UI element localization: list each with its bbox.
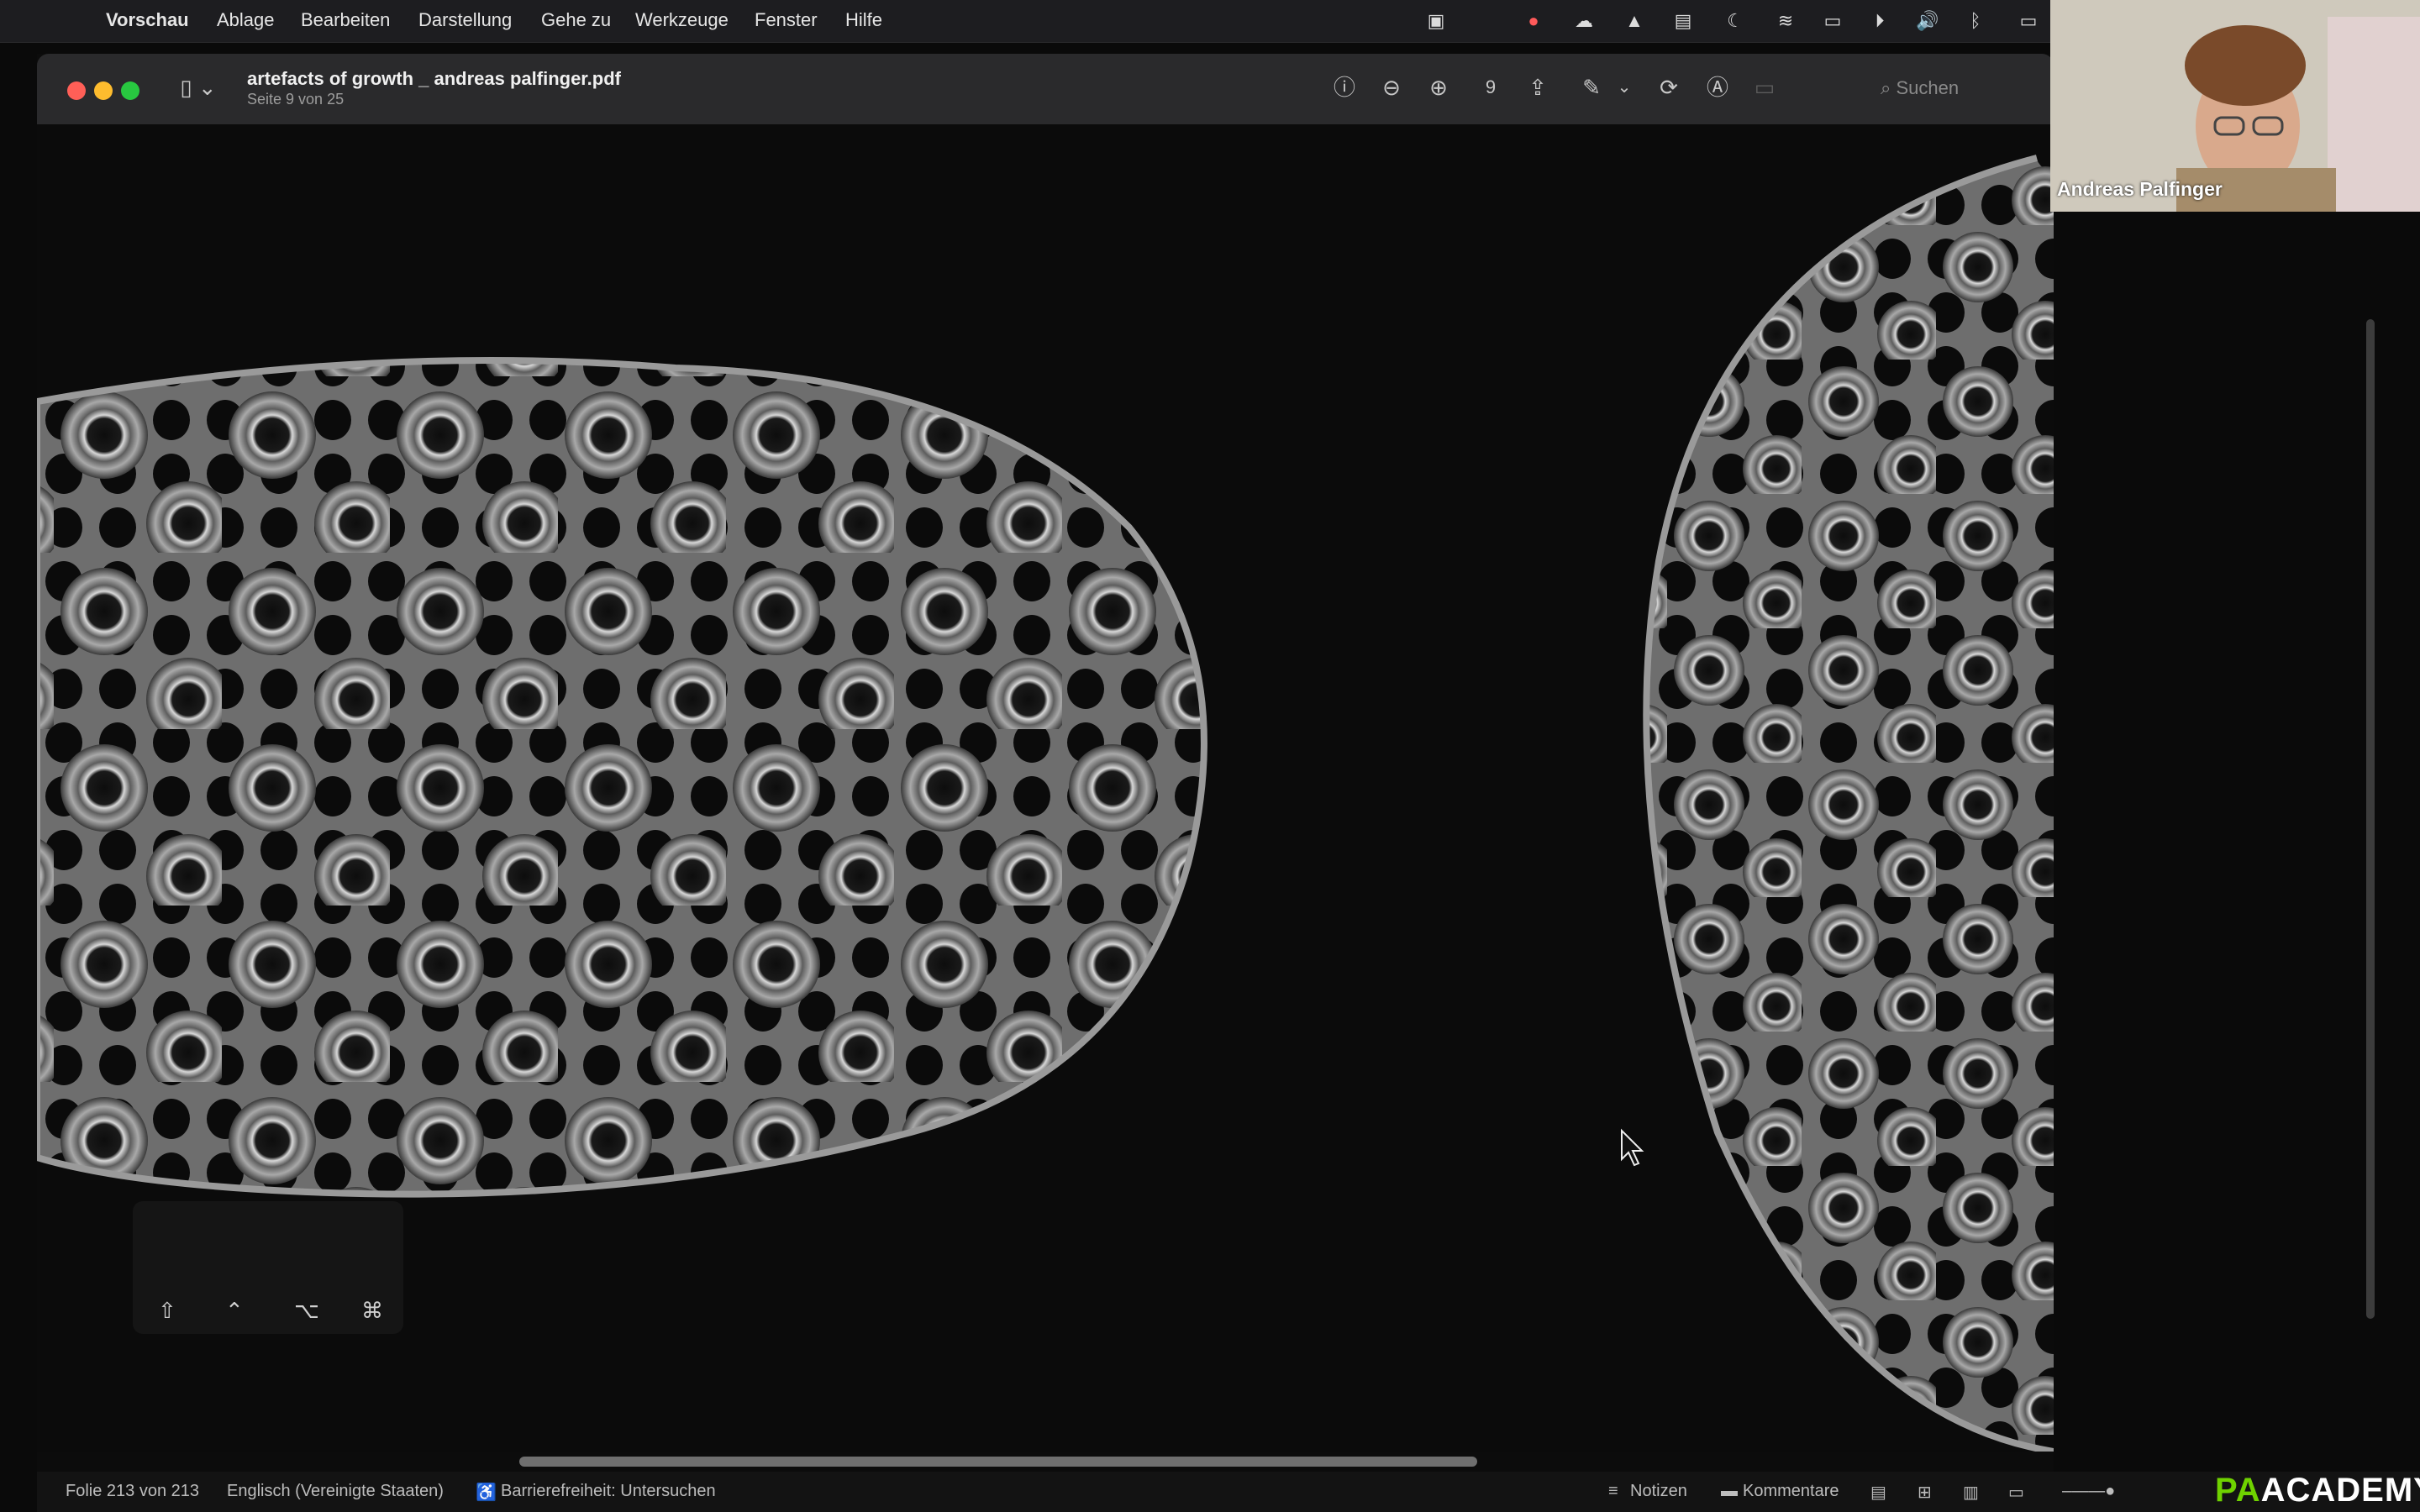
cloud-sync-icon[interactable]: ☁ (1573, 10, 1595, 32)
option-key-icon: ⌥ (294, 1298, 319, 1323)
notes-icon[interactable]: ≡ (1608, 1482, 1618, 1501)
keyboard-modifier-overlay: ⇧ ⌃ ⌥ ⌘ (133, 1201, 403, 1334)
normal-view-icon[interactable]: ▤ (1870, 1482, 1886, 1503)
menu-ablage[interactable]: Ablage (217, 9, 275, 31)
bluetooth-icon[interactable]: ᛒ (1965, 10, 1986, 32)
language-indicator[interactable]: Englisch (Vereinigte Staaten) (227, 1482, 444, 1501)
battery-icon[interactable]: ▭ (2013, 10, 2044, 32)
minimize-button[interactable] (94, 81, 113, 100)
command-key-icon: ⌘ (361, 1298, 383, 1323)
screen-record-icon[interactable]: ▣ (1425, 10, 1447, 32)
status-bar: Folie 213 von 213 Englisch (Vereinigte S… (37, 1472, 2420, 1512)
reading-view-icon[interactable]: ▥ (1963, 1482, 1979, 1503)
vertical-scrollbar[interactable] (2366, 319, 2375, 1319)
chevron-down-icon[interactable]: ⌄ (1612, 71, 1637, 104)
comments-button[interactable]: Kommentare (1743, 1482, 1839, 1501)
grid-view-icon[interactable]: ⊞ (1918, 1482, 1932, 1503)
accessibility-icon[interactable]: ♿ (476, 1482, 497, 1503)
page-info: Seite 9 von 25 (247, 91, 345, 108)
control-center-icon[interactable]: ≋ (1775, 10, 1797, 32)
zoom-button[interactable] (121, 81, 139, 100)
moon-icon[interactable]: ☾ (1724, 10, 1746, 32)
notes-button[interactable]: Notizen (1630, 1482, 1687, 1501)
search-icon: ⌕ (1881, 77, 1897, 98)
close-button[interactable] (67, 81, 86, 100)
zoom-in-icon[interactable]: ⊕ (1422, 71, 1455, 104)
drive-icon[interactable]: ▲ (1623, 10, 1645, 32)
zoom-out-icon[interactable]: ⊖ (1375, 71, 1408, 104)
menu-hilfe[interactable]: Hilfe (845, 9, 882, 31)
pa-academy-logo: PAACADEMY (2215, 1472, 2420, 1509)
layout-icon[interactable]: ▤ (1672, 10, 1694, 32)
slide-counter: Folie 213 von 213 (66, 1482, 200, 1500)
display-icon[interactable]: ▭ (1822, 10, 1844, 32)
form-icon[interactable]: ▭ (1748, 71, 1781, 104)
camera-feed: Andreas Palfinger (2050, 0, 2420, 212)
search-placeholder: Suchen (1896, 77, 1960, 98)
participant-name: Andreas Palfinger (2057, 178, 2223, 200)
control-key-icon: ⌃ (225, 1298, 244, 1323)
menu-darstellung[interactable]: Darstellung (418, 9, 512, 31)
sidebar-toggle-icon[interactable]: ▯ ⌄ (173, 71, 224, 104)
window-titlebar: ▯ ⌄ artefacts of growth _ andreas palfin… (37, 54, 2054, 125)
comments-icon[interactable]: ▬ (1721, 1482, 1738, 1501)
menu-werkzeuge[interactable]: Werkzeuge (635, 9, 729, 31)
notification-app-icon[interactable]: ● (1523, 10, 1544, 32)
share-icon[interactable]: ⇪ (1521, 71, 1555, 104)
document-title: artefacts of growth _ andreas palfinger.… (247, 68, 621, 89)
shift-key-icon: ⇧ (158, 1298, 176, 1323)
menu-bearbeiten[interactable]: Bearbeiten (301, 9, 390, 31)
markup-pen-icon[interactable]: ✎ (1575, 71, 1608, 104)
play-icon[interactable]: ⏵ (1869, 10, 1891, 32)
rotate-icon[interactable]: ⟳ (1652, 71, 1686, 104)
menu-fenster[interactable]: Fenster (755, 9, 818, 31)
zoom-slider[interactable]: –——● (2062, 1482, 2115, 1501)
accessibility-status[interactable]: Barrierefreiheit: Untersuchen (501, 1482, 716, 1501)
menu-app-name[interactable]: Vorschau (106, 9, 189, 31)
menu-gehe-zu[interactable]: Gehe zu (541, 9, 611, 31)
horizontal-scrollbar[interactable] (519, 1457, 1477, 1467)
annotate-icon[interactable]: Ⓐ (1701, 71, 1734, 104)
page-number-field[interactable]: 9 (1474, 71, 1507, 104)
presenter-view-icon[interactable]: ▭ (2008, 1482, 2024, 1503)
volume-icon[interactable]: 🔊 (1916, 10, 1939, 32)
info-icon[interactable]: ⓘ (1328, 71, 1361, 104)
search-field[interactable]: ⌕ Suchen (1881, 74, 2032, 102)
